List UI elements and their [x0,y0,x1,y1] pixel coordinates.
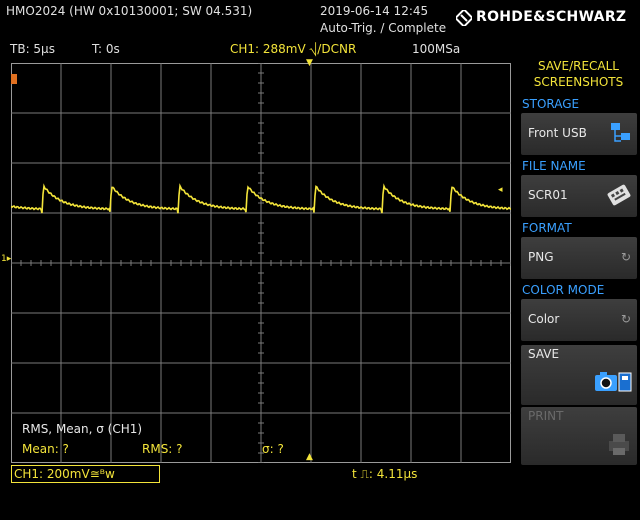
trigger-status: Auto-Trig. / Complete [320,21,447,35]
storage-button[interactable]: Front USB [521,113,637,155]
channel-info: CH1: 288mV ⎷/DCNR [230,42,357,56]
usb-folder-icon [609,121,633,151]
brand-name: ROHDE&SCHWARZ [476,9,627,25]
storage-value: Front USB [528,126,587,140]
sample-rate: 100MSa [412,42,461,56]
print-label: PRINT [528,409,564,423]
rotate-knob-icon: ↻ [620,312,631,326]
format-value: PNG [528,250,554,264]
menu-title: SAVE/RECALL SCREENSHOTS [533,59,624,89]
save-label: SAVE [528,347,560,361]
measurement-sigma: σ: ? [262,442,284,456]
channel-scale-badge[interactable]: CH1: 200mV≅ᴮw [11,465,160,483]
ch1-ground-marker-icon: 1▸ [1,254,12,264]
timebase: TB: 5µs [10,42,55,56]
datetime: 2019-06-14 12:45 [320,4,429,18]
save-button[interactable]: SAVE [521,345,637,405]
measurement-title: RMS, Mean, σ (CH1) [22,422,143,436]
filename-value: SCR01 [528,188,568,202]
pulse-width-readout: t ⎍: 4.11µs [352,467,418,481]
keyboard-icon [606,184,632,212]
print-button[interactable]: PRINT [521,407,637,465]
rohde-schwarz-logo-icon [454,8,474,28]
trigger-position-top-icon: ▼ [306,58,313,68]
trigger-position-bottom-icon: ▲ [306,452,313,462]
filename-button[interactable]: SCR01 [521,175,637,217]
printer-icon [607,431,631,461]
measurement-mean: Mean: ? [22,442,69,456]
storage-caption: STORAGE [522,97,580,111]
color-mode-caption: COLOR MODE [522,283,605,297]
format-caption: FORMAT [522,221,572,235]
rotate-knob-icon: ↻ [620,250,631,264]
filename-caption: FILE NAME [522,159,586,173]
scope-grid [11,63,511,463]
color-mode-button[interactable]: Color ↻ [521,299,637,341]
waveform-display[interactable] [11,63,511,463]
camera-save-icon [593,369,633,399]
color-mode-value: Color [528,312,560,326]
trigger-marker-icon [11,74,17,84]
format-button[interactable]: PNG ↻ [521,237,637,279]
device-info: HMO2024 (HW 0x10130001; SW 04.531) [6,4,253,18]
trigger-level-icon: ◂ [498,185,503,195]
trigger-time: T: 0s [92,42,120,56]
measurement-rms: RMS: ? [142,442,183,456]
